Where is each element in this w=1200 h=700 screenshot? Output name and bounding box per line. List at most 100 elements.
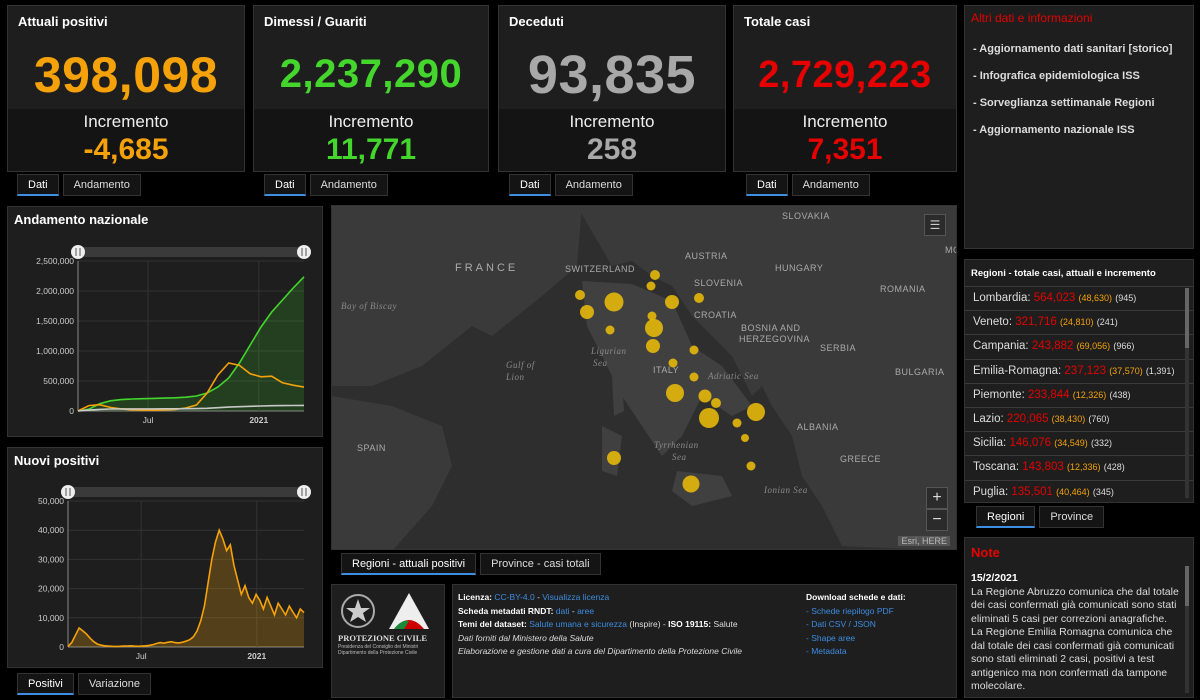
- link-sorveglianza-regioni[interactable]: - Sorveglianza settimanale Regioni: [973, 96, 1185, 110]
- card-tabs-dimessi: Dati Andamento: [264, 174, 388, 196]
- zoom-out-button[interactable]: −: [926, 509, 948, 531]
- regions-scrollbar[interactable]: [1185, 288, 1189, 498]
- licenza-line: Licenza: CC-BY-4.0 - Visualizza licenza: [458, 591, 742, 605]
- link-aggiornamento-iss[interactable]: - Aggiornamento nazionale ISS: [973, 123, 1185, 137]
- download-shape-link[interactable]: - Shape aree: [806, 632, 906, 646]
- region-row-lombardia[interactable]: Lombardia: 564,023 (48,630) (945): [965, 286, 1193, 310]
- region-row-puglia[interactable]: Puglia: 135,501 (40,464) (345): [965, 479, 1193, 504]
- scrollbar-thumb[interactable]: [1185, 288, 1189, 348]
- region-row-piemonte[interactable]: Piemonte: 233,844 (12,326) (438): [965, 382, 1193, 407]
- region-row-lazio[interactable]: Lazio: 220,065 (38,430) (760): [965, 406, 1193, 431]
- map-dot[interactable]: [650, 270, 660, 280]
- map-dot[interactable]: [607, 451, 621, 465]
- link-aggiornamento-dati[interactable]: - Aggiornamento dati sanitari [storico]: [973, 42, 1185, 56]
- map-dot[interactable]: [604, 292, 624, 312]
- scheda-line: Scheda metadati RNDT: dati - aree: [458, 605, 742, 619]
- map-dot[interactable]: [747, 403, 765, 421]
- card-title: Totale casi: [744, 14, 811, 29]
- region-row-veneto[interactable]: Veneto: 321,716 (24,810) (241): [965, 310, 1193, 334]
- map-dot[interactable]: [711, 398, 721, 408]
- licenza-link-cc[interactable]: CC-BY-4.0: [494, 592, 534, 602]
- card-title: Deceduti: [509, 14, 564, 29]
- region-increment: (332): [1090, 438, 1112, 449]
- map-dot[interactable]: [699, 408, 719, 428]
- tab-province[interactable]: Province: [1039, 506, 1105, 528]
- scrollbar-thumb[interactable]: [1185, 566, 1189, 606]
- region-total: 564,023: [1033, 292, 1076, 304]
- download-csv-json-link[interactable]: - Dati CSV / JSON: [806, 618, 906, 632]
- link-infografica-iss[interactable]: - Infografica epidemiologica ISS: [973, 69, 1185, 83]
- tab-dati[interactable]: Dati: [17, 174, 59, 196]
- map-dot[interactable]: [698, 389, 712, 403]
- increment-label: Incremento: [83, 112, 169, 131]
- download-pdf-link[interactable]: - Schede riepilogo PDF: [806, 605, 906, 619]
- nuovi-positivi-chart[interactable]: 0 10,000 20,000 30,000 40,000 50,000 Jul 2021: [8, 448, 324, 669]
- increment-label: Incremento: [328, 112, 414, 131]
- slider-handle-end[interactable]: [297, 485, 311, 499]
- tab-regioni-attuali[interactable]: Regioni - attuali positivi: [341, 553, 477, 575]
- tab-dati[interactable]: Dati: [746, 174, 788, 196]
- download-metadata-link[interactable]: - Metadata: [806, 645, 906, 659]
- zoom-in-button[interactable]: +: [926, 487, 948, 509]
- map-dot[interactable]: [668, 358, 678, 368]
- map-label-albania: ALBANIA: [797, 422, 839, 432]
- map-dot[interactable]: [646, 339, 660, 353]
- andamento-nazionale-chart[interactable]: 0 500,000 1,000,000 1,500,000 2,000,000 2,500…: [8, 207, 324, 438]
- map-dot[interactable]: [732, 418, 742, 428]
- temi-link[interactable]: Salute umana e sicurezza: [529, 619, 627, 629]
- slider-handle-end[interactable]: [297, 245, 311, 259]
- downloads-title-text: Download schede e dati:: [806, 592, 906, 602]
- map-dot[interactable]: [689, 372, 699, 382]
- region-row-toscana[interactable]: Toscana: 143,803 (12,336) (428): [965, 455, 1193, 479]
- map-label-switzerland: SWITZERLAND: [565, 264, 636, 274]
- nuovi-positivi-panel: Nuovi positivi 0 10,000 20,000 30,000 40,000…: [7, 447, 323, 668]
- map-label-serbia: SERBIA: [820, 343, 857, 353]
- tab-andamento[interactable]: Andamento: [309, 174, 388, 196]
- scheda-aree-link[interactable]: aree: [577, 606, 594, 616]
- tab-province-casi[interactable]: Province - casi totali: [480, 553, 601, 575]
- chart-tabs: Positivi Variazione: [17, 673, 152, 695]
- region-row-emilia-romagna[interactable]: Emilia-Romagna: 237,123 (37,570) (1,391): [965, 358, 1193, 383]
- elaboration-line: Elaborazione e gestione dati a cura del …: [458, 646, 742, 656]
- map-dot[interactable]: [665, 295, 679, 309]
- links-panel: Altri dati e informazioni - Aggiornament…: [964, 5, 1194, 249]
- map-dot[interactable]: [605, 325, 615, 335]
- tab-regioni[interactable]: Regioni: [976, 506, 1036, 528]
- map-dot[interactable]: [580, 305, 594, 319]
- tab-variazione[interactable]: Variazione: [77, 673, 152, 695]
- notes-scrollbar[interactable]: [1185, 566, 1189, 693]
- tab-dati[interactable]: Dati: [264, 174, 306, 196]
- map-dot[interactable]: [645, 319, 663, 337]
- tab-positivi[interactable]: Positivi: [17, 673, 74, 695]
- footer-logo-panel: PROTEZIONE CIVILE Presidenza del Consigl…: [331, 584, 445, 698]
- card-increment-box: Incremento 11,771: [254, 109, 488, 171]
- map-panel[interactable]: SLOVAKIA FRANCE SWITZERLAND AUSTRIA HUNG…: [331, 205, 957, 550]
- map-dot[interactable]: [741, 434, 749, 442]
- region-row-campania[interactable]: Campania: 243,882 (69,056) (966): [965, 334, 1193, 358]
- map-dot[interactable]: [682, 475, 700, 493]
- map-tabs: Regioni - attuali positivi Province - ca…: [341, 553, 601, 575]
- map-dot[interactable]: [646, 281, 656, 291]
- temi-rest: (Inspire) -: [627, 619, 669, 629]
- region-row-sicilia[interactable]: Sicilia: 146,076 (34,549) (332): [965, 431, 1193, 455]
- logo-title: PROTEZIONE CIVILE: [338, 633, 428, 643]
- licenza-link-view[interactable]: Visualizza licenza: [542, 592, 609, 602]
- tab-andamento[interactable]: Andamento: [62, 174, 141, 196]
- legend-button[interactable]: ☰: [924, 214, 946, 236]
- map-dot[interactable]: [689, 345, 699, 355]
- map-dot[interactable]: [575, 290, 585, 300]
- map-dot[interactable]: [666, 384, 684, 402]
- tab-andamento[interactable]: Andamento: [554, 174, 633, 196]
- map-dot[interactable]: [694, 293, 704, 303]
- y-tick-label: 500,000: [43, 376, 74, 386]
- scheda-dati-link[interactable]: dati: [556, 606, 570, 616]
- map-dot[interactable]: [746, 461, 756, 471]
- tab-andamento[interactable]: Andamento: [791, 174, 870, 196]
- tab-dati[interactable]: Dati: [509, 174, 551, 196]
- map-attribution: Esri, HERE: [898, 536, 950, 546]
- note-text: La Regione Abruzzo comunica che dal tota…: [971, 585, 1179, 693]
- time-slider-track: [78, 247, 304, 257]
- region-total: 220,065: [1006, 412, 1049, 425]
- region-active: (12,336): [1067, 462, 1101, 473]
- map-label-ionian-sea: Ionian Sea: [764, 485, 808, 495]
